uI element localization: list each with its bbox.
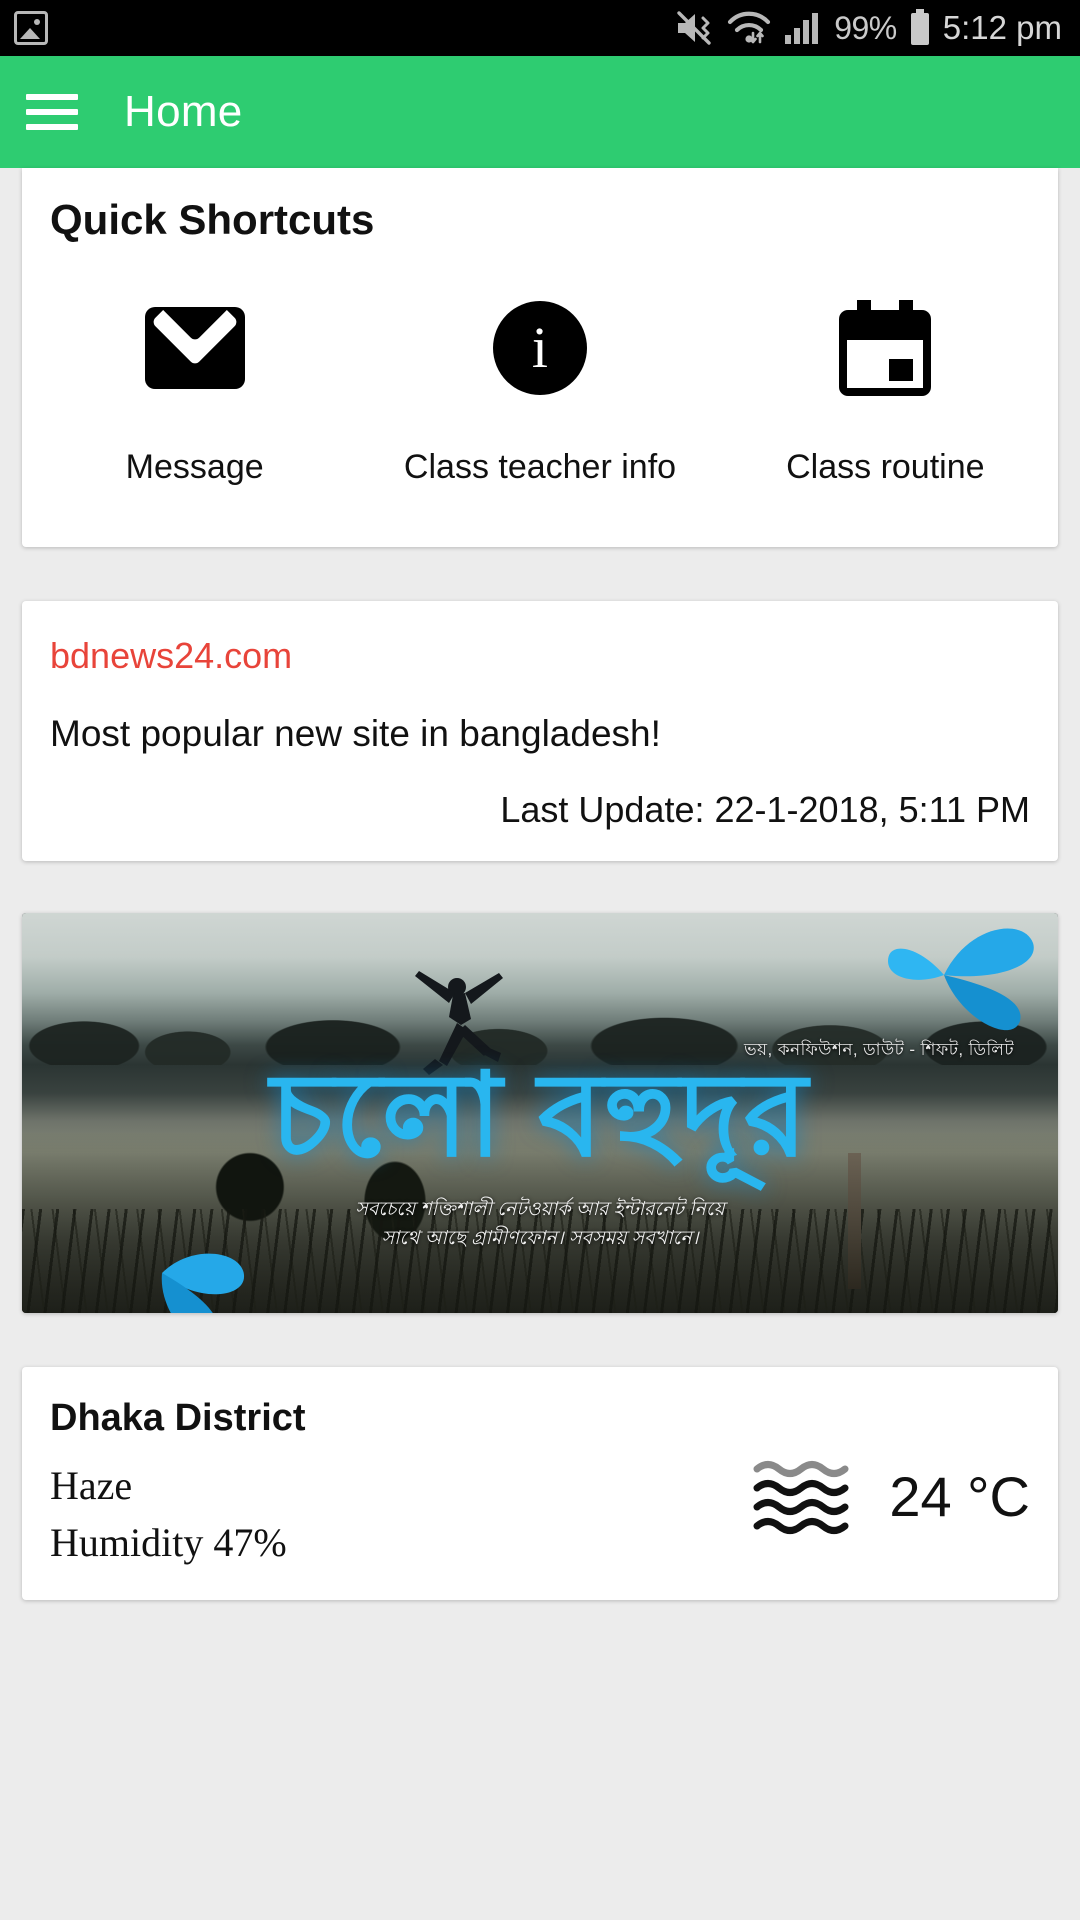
- grameenphone-butterfly-icon: [848, 913, 1038, 1045]
- scroll-content[interactable]: Quick Shortcuts Message i Class teacher …: [0, 168, 1080, 1600]
- photo-icon: [14, 11, 48, 45]
- wifi-icon: [726, 9, 772, 47]
- cellular-signal-icon: [783, 10, 823, 46]
- calendar-icon: [839, 296, 932, 400]
- hamburger-menu-icon[interactable]: [26, 94, 78, 130]
- news-card[interactable]: bdnews24.com Most popular new site in ba…: [22, 601, 1058, 861]
- shortcut-message[interactable]: Message: [22, 296, 367, 487]
- weather-humidity: Humidity 47%: [50, 1520, 287, 1565]
- weather-temperature: 24 °C: [889, 1464, 1030, 1528]
- banner-subtitle-line: সবচেয়ে শক্তিশালী নেটওয়ার্ক আর ইন্টারনে…: [355, 1199, 725, 1220]
- weather-condition: Haze: [50, 1463, 133, 1508]
- shortcut-class-teacher-info[interactable]: i Class teacher info: [367, 296, 712, 487]
- app-bar: Home: [0, 56, 1080, 168]
- status-bar-left: [14, 11, 675, 45]
- banner-subtitle-line: সাথে আছে গ্রামীণফোন। সবসময় সবখানে।: [381, 1227, 699, 1249]
- weather-city-name: Dhaka District: [50, 1397, 306, 1439]
- hamburger-line: [26, 124, 78, 130]
- banner-headline: চলো বহুদূর: [270, 1049, 810, 1180]
- quick-shortcuts-title: Quick Shortcuts: [50, 196, 375, 243]
- status-bar: 99% 5:12 pm: [0, 0, 1080, 56]
- advertisement-banner-card[interactable]: ভয়, কনফিউশন, ডাউট - শিফট, ডিলিট চলো বহু…: [22, 913, 1058, 1313]
- status-bar-clock: 5:12 pm: [942, 9, 1062, 46]
- shortcut-label: Class routine: [786, 448, 985, 486]
- hamburger-line: [26, 109, 78, 115]
- battery-icon: [908, 9, 932, 47]
- status-bar-right: 99% 5:12 pm: [675, 9, 1062, 47]
- news-last-update: Last Update: 22-1-2018, 5:11 PM: [500, 789, 1030, 830]
- weather-card[interactable]: Dhaka District Haze Humidity 47% 24 °C: [22, 1367, 1058, 1600]
- news-site-link[interactable]: bdnews24.com: [50, 635, 1030, 677]
- info-circle-icon: i: [492, 296, 587, 400]
- page-title: Home: [124, 87, 243, 136]
- envelope-icon: [144, 296, 245, 400]
- hamburger-line: [26, 94, 78, 100]
- weather-summary: 24 °C: [751, 1397, 1030, 1535]
- banner-subtitle: সবচেয়ে শক্তিশালী নেটওয়ার্ক আর ইন্টারনে…: [22, 1196, 1058, 1253]
- haze-waves-icon: [751, 1457, 851, 1535]
- weather-details: Dhaka District Haze Humidity 47%: [50, 1397, 751, 1566]
- news-description: Most popular new site in bangladesh!: [50, 713, 661, 754]
- quick-shortcuts-row: Message i Class teacher info Class routi…: [22, 296, 1058, 487]
- mute-vibrate-icon: [675, 10, 715, 46]
- quick-shortcuts-card: Quick Shortcuts Message i Class teacher …: [22, 168, 1058, 547]
- shortcut-label: Class teacher info: [403, 448, 677, 486]
- battery-percent-label: 99%: [834, 9, 897, 46]
- shortcut-class-routine[interactable]: Class routine: [713, 296, 1058, 487]
- shortcut-label: Message: [125, 448, 264, 486]
